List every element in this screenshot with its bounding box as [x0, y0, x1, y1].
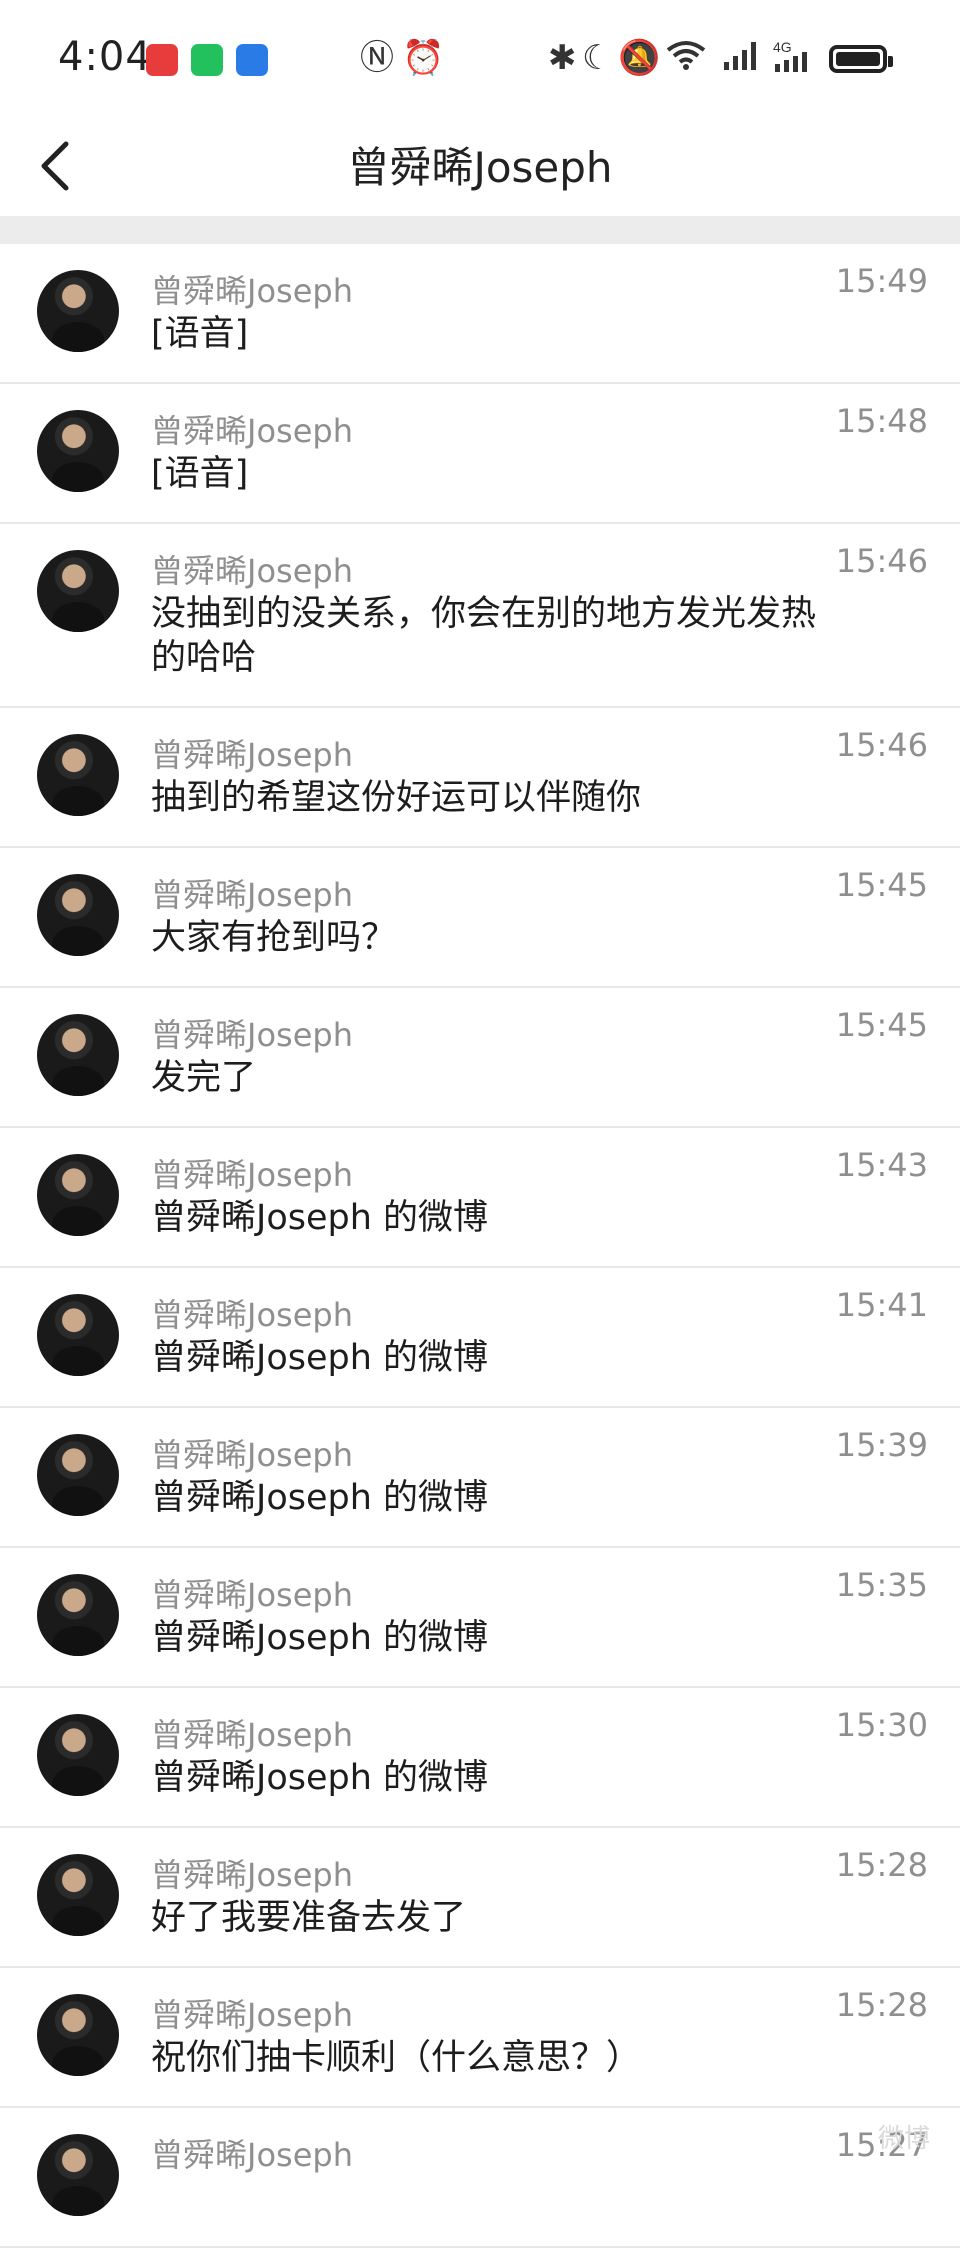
message-row[interactable]: 曾舜晞Joseph 曾舜晞Joseph 的微博 15:41 [0, 1268, 960, 1408]
message-text: 抽到的希望这份好运可以伴随你 [151, 778, 642, 818]
status-time: 4:04 [58, 34, 152, 80]
message-row[interactable]: 曾舜晞Joseph 大家有抢到吗？ 15:45 [0, 848, 960, 988]
avatar[interactable] [37, 874, 119, 956]
message-row[interactable]: 曾舜晞Joseph 15:27 [0, 2108, 960, 2248]
wechat-icon [191, 44, 223, 76]
message-time: 15:49 [835, 262, 928, 300]
svg-text:4G: 4G [773, 39, 792, 55]
message-text: 祝你们抽卡顺利（什么意思？） [151, 2038, 642, 2078]
message-time: 15:45 [835, 1006, 928, 1044]
battery-icon [829, 45, 893, 73]
4g-signal-icon: 4G [773, 38, 821, 83]
mute-icon: 🔕 [618, 38, 661, 78]
message-text: 曾舜晞Joseph 的微博 [151, 1618, 489, 1658]
message-row[interactable]: 曾舜晞Joseph 曾舜晞Joseph 的微博 15:30 [0, 1688, 960, 1828]
wifi-icon [664, 38, 708, 81]
message-time: 15:30 [835, 1706, 928, 1744]
message-row[interactable]: 曾舜晞Joseph 好了我要准备去发了 15:28 [0, 1828, 960, 1968]
sender-name: 曾舜晞Joseph [151, 1156, 353, 1194]
message-list[interactable]: 曾舜晞Joseph [语音] 15:49 曾舜晞Joseph [语音] 15:4… [0, 244, 960, 2248]
signal-icon [722, 38, 762, 81]
message-time: 15:35 [835, 1566, 928, 1604]
avatar[interactable] [37, 1434, 119, 1516]
avatar[interactable] [37, 270, 119, 352]
section-divider [0, 216, 960, 244]
message-time: 15:46 [835, 726, 928, 764]
message-time: 15:28 [835, 1846, 928, 1884]
sender-name: 曾舜晞Joseph [151, 1716, 353, 1754]
voice-memo-icon [236, 44, 268, 76]
huawei-music-icon [146, 44, 178, 76]
message-text: 没抽到的没关系，你会在别的地方发光发热的哈哈 [151, 594, 817, 678]
avatar[interactable] [37, 550, 119, 632]
message-row[interactable]: 曾舜晞Joseph [语音] 15:49 [0, 244, 960, 384]
message-time: 15:45 [835, 866, 928, 904]
message-text: 曾舜晞Joseph 的微博 [151, 1198, 489, 1238]
message-text: 曾舜晞Joseph 的微博 [151, 1758, 489, 1798]
sender-name: 曾舜晞Joseph [151, 1436, 353, 1474]
sender-name: 曾舜晞Joseph [151, 1856, 353, 1894]
message-row[interactable]: 曾舜晞Joseph 祝你们抽卡顺利（什么意思？） 15:28 [0, 1968, 960, 2108]
bluetooth-icon: ✱ [548, 38, 577, 78]
avatar[interactable] [37, 734, 119, 816]
message-row[interactable]: 曾舜晞Joseph 抽到的希望这份好运可以伴随你 15:46 [0, 708, 960, 848]
sender-name: 曾舜晞Joseph [151, 272, 353, 310]
sender-name: 曾舜晞Joseph [151, 1296, 353, 1334]
avatar[interactable] [37, 1154, 119, 1236]
avatar[interactable] [37, 410, 119, 492]
message-time: 15:28 [835, 1986, 928, 2024]
sender-name: 曾舜晞Joseph [151, 412, 353, 450]
page-title: 曾舜晞Joseph [347, 143, 613, 192]
message-text: 大家有抢到吗？ [151, 918, 397, 958]
message-text: [语音] [151, 454, 249, 494]
sender-name: 曾舜晞Joseph [151, 1576, 353, 1614]
message-text: 曾舜晞Joseph 的微博 [151, 1478, 489, 1518]
avatar[interactable] [37, 1014, 119, 1096]
message-time: 15:48 [835, 402, 928, 440]
message-row[interactable]: 曾舜晞Joseph 发完了 15:45 [0, 988, 960, 1128]
alarm-icon: ⏰ [402, 38, 445, 78]
message-time: 15:41 [835, 1286, 928, 1324]
message-text: 好了我要准备去发了 [151, 1898, 467, 1938]
sender-name: 曾舜晞Joseph [151, 2136, 353, 2174]
message-row[interactable]: 曾舜晞Joseph 曾舜晞Joseph 的微博 15:43 [0, 1128, 960, 1268]
message-text: [语音] [151, 314, 249, 354]
sender-name: 曾舜晞Joseph [151, 1996, 353, 2034]
nav-bar: 曾舜晞Joseph [0, 120, 960, 220]
avatar[interactable] [37, 1294, 119, 1376]
message-time: 15:43 [835, 1146, 928, 1184]
message-text: 发完了 [151, 1058, 257, 1098]
message-text: 曾舜晞Joseph 的微博 [151, 1338, 489, 1378]
message-time: 15:39 [835, 1426, 928, 1464]
message-row[interactable]: 曾舜晞Joseph 曾舜晞Joseph 的微博 15:39 [0, 1408, 960, 1548]
avatar[interactable] [37, 1574, 119, 1656]
avatar[interactable] [37, 1714, 119, 1796]
status-bar: 4:04 Ⓝ ⏰ ✱ ☾ 🔕 4G [0, 0, 960, 120]
message-time: 15:46 [835, 542, 928, 580]
sender-name: 曾舜晞Joseph [151, 1016, 353, 1054]
avatar[interactable] [37, 2134, 119, 2216]
avatar[interactable] [37, 1854, 119, 1936]
watermark: 微博 [877, 2124, 930, 2154]
avatar[interactable] [37, 1994, 119, 2076]
message-row[interactable]: 曾舜晞Joseph 没抽到的没关系，你会在别的地方发光发热的哈哈 15:46 [0, 524, 960, 708]
sender-name: 曾舜晞Joseph [151, 552, 353, 590]
nfc-icon: Ⓝ [360, 38, 394, 78]
message-row[interactable]: 曾舜晞Joseph 曾舜晞Joseph 的微博 15:35 [0, 1548, 960, 1688]
moon-icon: ☾ [582, 38, 613, 78]
sender-name: 曾舜晞Joseph [151, 736, 353, 774]
message-row[interactable]: 曾舜晞Joseph [语音] 15:48 [0, 384, 960, 524]
sender-name: 曾舜晞Joseph [151, 876, 353, 914]
